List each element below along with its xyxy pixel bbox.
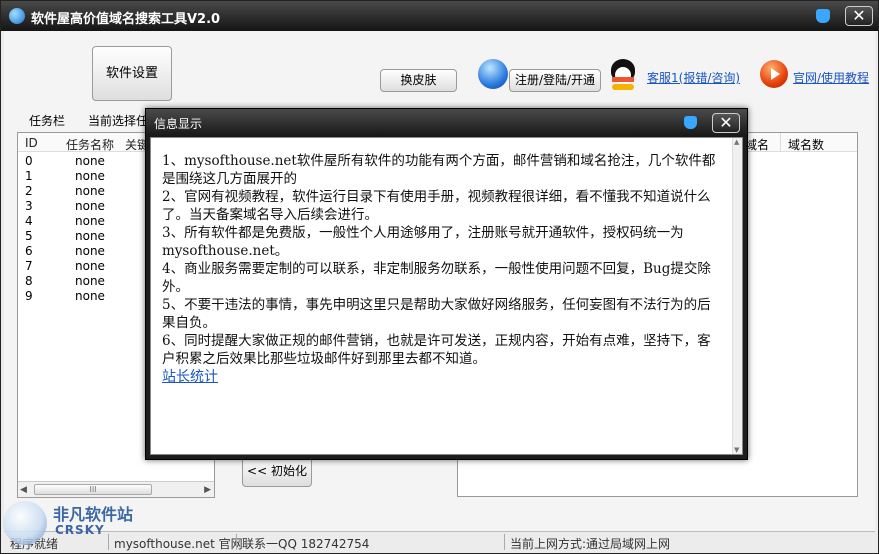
message-line: 3、所有软件都是免费版，一般性个人用途够用了，注册账号就开通软件，授权码统一为m… <box>162 225 684 259</box>
globe-icon[interactable] <box>478 59 508 89</box>
qq-penguin-icon[interactable] <box>609 59 637 91</box>
watermark-sub: CRSKY <box>55 523 105 537</box>
customer-service-link[interactable]: 客服1(报错/咨询) <box>647 69 740 86</box>
register-login-button[interactable]: 注册/登陆/开通 <box>509 69 601 92</box>
task-id-cell: 0 <box>25 154 33 168</box>
task-name-cell: none <box>75 289 105 303</box>
task-id-cell: 8 <box>25 274 33 288</box>
dialog-skin-shirt-icon[interactable] <box>684 116 697 129</box>
task-name-cell: none <box>75 259 105 273</box>
column-header-domain-count[interactable]: 域名数 <box>788 136 824 153</box>
info-dialog: 信息显示 ✕ 1、mysofthouse.net软件屋所有软件的功能有两个方面，… <box>145 108 748 460</box>
watermark-logo: 非凡软件站 CRSKY <box>3 493 163 553</box>
task-name-cell: none <box>75 169 105 183</box>
task-id-cell: 9 <box>25 289 33 303</box>
task-id-cell: 5 <box>25 229 33 243</box>
dialog-message: 1、mysofthouse.net软件屋所有软件的功能有两个方面，邮件营销和域名… <box>162 152 722 386</box>
scroll-right-icon[interactable]: ▶ <box>204 485 211 495</box>
official-site-link[interactable]: 官网/使用教程 <box>793 69 869 86</box>
task-name-cell: none <box>75 199 105 213</box>
message-line: 4、商业服务需要定制的可以联系，非定制服务勿联系，一般性使用问题不回复，Bug提… <box>162 261 711 295</box>
dialog-close-button[interactable]: ✕ <box>712 113 740 133</box>
window-title: 软件屋高价值域名搜索工具V2.0 <box>31 12 221 27</box>
task-name-cell: none <box>75 154 105 168</box>
scroll-up-icon[interactable]: ▲ <box>734 138 739 146</box>
dialog-title-bar[interactable]: 信息显示 ✕ <box>146 109 747 137</box>
title-bar[interactable]: 软件屋高价值域名搜索工具V2.0 ✕ <box>1 1 878 31</box>
status-network-text: 当前上网方式:通过局域网上网 <box>510 537 671 551</box>
task-id-cell: 2 <box>25 184 33 198</box>
watermark-name: 非凡软件站 <box>53 505 134 524</box>
tab-current-selection[interactable]: 当前选择任 <box>88 112 148 129</box>
task-name-cell: none <box>75 214 105 228</box>
task-id-cell: 6 <box>25 244 33 258</box>
message-line: 6、同时提醒大家做正规的邮件营销，也就是许可发送，正规内容，开始有点难，坚持下，… <box>162 333 711 367</box>
app-logo-icon <box>9 8 25 24</box>
task-id-cell: 3 <box>25 199 33 213</box>
tab-task-bar[interactable]: 任务栏 <box>29 112 65 129</box>
column-header-task-name[interactable]: 任务名称 <box>66 136 114 153</box>
software-settings-button[interactable]: 软件设置 <box>92 46 172 101</box>
column-divider <box>780 133 781 152</box>
task-id-cell: 4 <box>25 214 33 228</box>
video-play-icon[interactable] <box>760 60 788 88</box>
task-name-cell: none <box>75 184 105 198</box>
task-name-cell: none <box>75 229 105 243</box>
dialog-title: 信息显示 <box>154 117 203 131</box>
message-line: 5、不要干违法的事情，事先申明这里只是帮助大家做好网络服务，任何妄图有不法行为的… <box>162 297 711 331</box>
dialog-content: 1、mysofthouse.net软件屋所有软件的功能有两个方面，邮件营销和域名… <box>150 137 743 455</box>
status-divider <box>236 534 237 550</box>
webmaster-stats-link[interactable]: 站长统计 <box>162 369 218 385</box>
task-name-cell: none <box>75 244 105 258</box>
change-skin-button[interactable]: 换皮肤 <box>380 69 457 92</box>
watermark-badge-icon <box>3 501 47 545</box>
message-line: 1、mysofthouse.net软件屋所有软件的功能有两个方面，邮件营销和域名… <box>162 153 716 187</box>
dialog-vertical-scrollbar[interactable]: ▲ ▼ <box>732 138 742 454</box>
task-id-cell: 7 <box>25 259 33 273</box>
task-name-cell: none <box>75 274 105 288</box>
skin-shirt-icon[interactable] <box>816 9 830 23</box>
column-header-id[interactable]: ID <box>25 136 38 150</box>
message-line: 2、官网有视频教程，软件运行目录下有使用手册，视频教程很详细，看不懂我不知道说什… <box>162 189 711 223</box>
scroll-down-icon[interactable]: ▼ <box>734 446 739 454</box>
status-divider <box>504 534 505 550</box>
status-contact-text: 联系一QQ 182742754 <box>242 537 370 551</box>
column-header-domain[interactable]: 域名 <box>745 136 769 153</box>
window-close-button[interactable]: ✕ <box>845 6 873 26</box>
task-id-cell: 1 <box>25 169 33 183</box>
